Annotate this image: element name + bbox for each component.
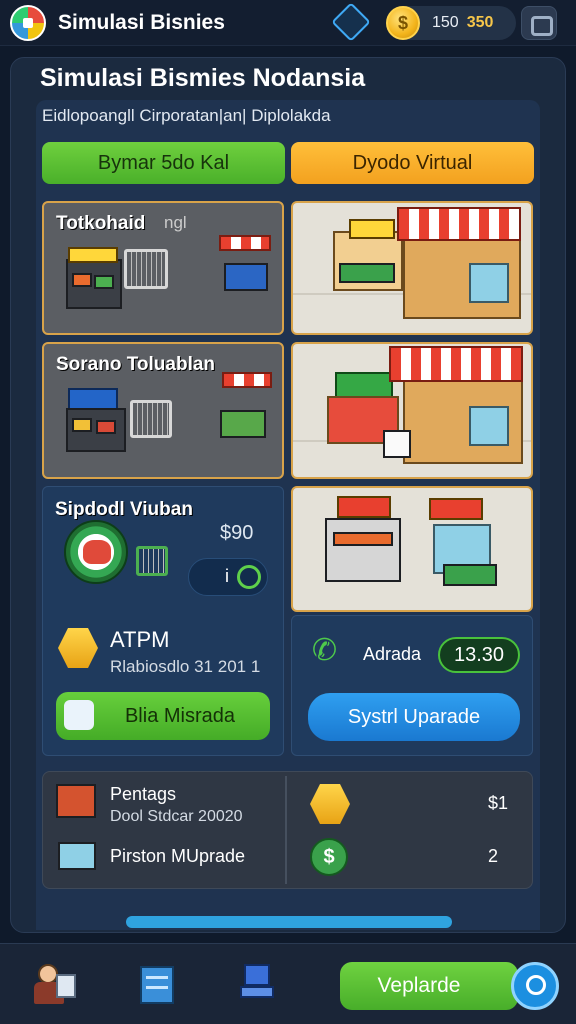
shop-tile-1-label: Totkohaid <box>56 213 146 234</box>
coin-balance: $ 150 350 <box>386 6 516 40</box>
cash-icon: $ <box>310 838 348 876</box>
special-offer-title: Sipdodl Viuban <box>55 499 193 520</box>
panel-subtitle: Eidlopoangll Cirporatan|an| Diplolakda <box>42 106 331 125</box>
store-sign-icon <box>429 498 483 520</box>
misrada-button[interactable]: Blia Misrada <box>56 692 270 740</box>
stats-divider <box>285 776 287 884</box>
chair-icon[interactable] <box>236 960 284 1008</box>
market-sign-icon <box>337 496 391 518</box>
produce-crate-icon <box>96 420 116 434</box>
produce-crate-icon <box>333 532 393 546</box>
stall-table-icon <box>220 410 266 438</box>
pentags-label: Pentags <box>110 784 177 804</box>
search-icon[interactable] <box>511 962 559 1010</box>
stall-table-icon <box>224 263 268 291</box>
storefront-tile-2[interactable] <box>291 342 533 479</box>
atpm-subtitle: Rlabiosdlo 31 201 1 <box>110 657 261 676</box>
pentags-subtitle: Dool Stdcar 20020 <box>110 808 243 825</box>
adrada-label: Adrada <box>363 644 422 664</box>
misrada-icon <box>64 700 94 730</box>
special-offer-toggle[interactable]: i <box>188 558 268 596</box>
server-icon[interactable] <box>136 960 184 1008</box>
store-sign-icon <box>349 219 395 239</box>
shopping-cart-icon <box>130 400 172 438</box>
stall-awning-icon <box>222 372 272 388</box>
shelf-icon <box>325 518 401 582</box>
store-sign-icon <box>335 372 393 398</box>
system-upgrade-button[interactable]: Systrl Uparade <box>308 693 520 741</box>
shop-tile-1-sublabel: ngl <box>164 213 187 232</box>
virtual-shop-button[interactable]: Dyodo Virtual <box>291 142 534 184</box>
coin-amount-secondary: 350 <box>466 14 494 31</box>
manager-icon[interactable] <box>32 960 80 1008</box>
adrada-amount: 13.30 <box>438 637 520 673</box>
settings-button[interactable] <box>521 6 557 40</box>
store-window-icon <box>469 406 509 446</box>
medallion-icon <box>64 520 128 584</box>
produce-crate-icon <box>94 275 114 289</box>
special-offer-price: $90 <box>220 522 254 544</box>
store-awning-icon <box>389 346 523 382</box>
counter-icon <box>383 430 411 458</box>
misrada-label: Blia Misrada <box>124 704 236 727</box>
stats-value-2: 2 <box>488 846 499 866</box>
storefront-tile-1[interactable] <box>291 201 533 335</box>
coin-icon: $ <box>386 6 420 40</box>
produce-crate-icon <box>72 273 92 287</box>
atpm-title: ATPM <box>110 627 170 652</box>
building-icon <box>56 784 96 818</box>
toggle-text: i <box>225 566 229 586</box>
shelf-sign-icon <box>68 388 118 410</box>
phone-icon: ✆ <box>312 634 338 667</box>
shop-tile-1[interactable]: Totkohaid ngl <box>42 201 284 335</box>
panel-title: Simulasi Bismies Nodansia <box>40 64 366 92</box>
piston-label: Pirston MUprade <box>110 846 246 866</box>
stats-value-1: $1 <box>488 793 509 813</box>
counter-icon <box>443 564 497 586</box>
shopping-cart-icon <box>124 249 168 289</box>
store-awning-icon <box>397 207 521 241</box>
app-title: Simulasi Bisnies <box>58 10 225 34</box>
upgrade-nav-button[interactable]: Veplarde <box>340 962 518 1010</box>
store-window-icon <box>469 263 509 303</box>
bottom-nav: Veplarde <box>0 943 576 1024</box>
market-tile[interactable] <box>291 486 533 612</box>
shelf-sign-icon <box>68 247 118 263</box>
shop-tile-2[interactable]: Sorano Toluablan <box>42 342 284 479</box>
device-icon <box>58 842 96 870</box>
stall-awning-icon <box>219 235 271 251</box>
toggle-knob-icon <box>237 565 261 589</box>
shopping-cart-icon <box>136 546 168 576</box>
app-logo-icon[interactable] <box>10 4 46 41</box>
produce-crate-icon <box>72 418 92 432</box>
coin-amount-primary: 150 <box>432 14 459 31</box>
shop-tile-2-label: Sorano Toluablan <box>56 354 216 375</box>
build-local-button[interactable]: Bymar 5do Kal <box>42 142 285 184</box>
produce-crate-icon <box>339 263 395 283</box>
scrollbar[interactable] <box>126 916 452 928</box>
